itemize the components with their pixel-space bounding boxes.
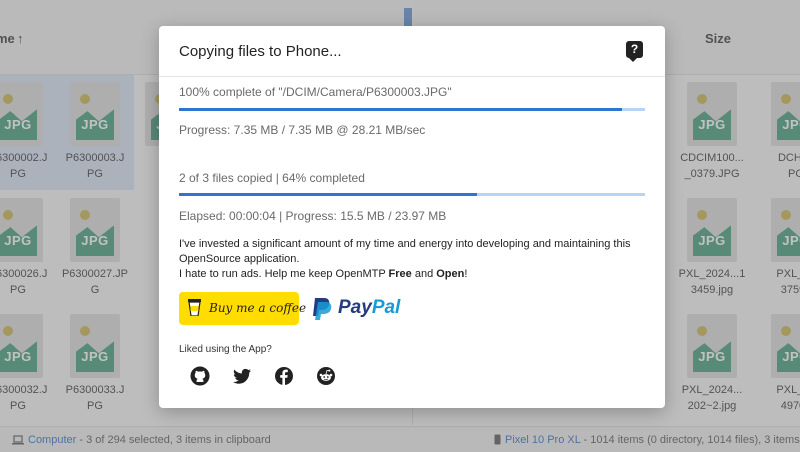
current-file-progress-bar (179, 108, 645, 111)
github-icon[interactable] (190, 366, 210, 386)
liked-prompt: Liked using the App? (179, 344, 272, 355)
overall-progress-fill (179, 193, 478, 196)
reddit-icon[interactable] (316, 366, 336, 386)
overall-progress-bar (179, 193, 645, 196)
current-file-progress-fill (179, 108, 622, 111)
appeal-open: Open (436, 268, 465, 280)
appeal-and: and (411, 268, 437, 280)
paypal-pay-text: Pay (338, 297, 372, 318)
dialog-title-divider (159, 76, 665, 77)
buy-me-a-coffee-label: Buy me a coffee (209, 301, 307, 315)
appeal-line-2-text: I hate to run ads. Help me keep OpenMTP (179, 268, 389, 280)
facebook-icon[interactable] (274, 366, 294, 386)
coffee-cup-icon (188, 299, 201, 316)
current-file-status: 100% complete of "/DCIM/Camera/P6300003.… (179, 85, 452, 99)
copy-progress-dialog: Copying files to Phone... ? 100% complet… (159, 26, 665, 408)
appeal-end: ! (464, 268, 468, 280)
overall-status: 2 of 3 files copied | 64% completed (179, 171, 365, 185)
appeal-free: Free (388, 268, 412, 280)
twitter-icon[interactable] (232, 366, 252, 386)
donation-appeal: I've invested a significant amount of my… (179, 237, 649, 282)
overall-elapsed: Elapsed: 00:00:04 | Progress: 15.5 MB / … (179, 209, 447, 223)
current-file-speed: Progress: 7.35 MB / 7.35 MB @ 28.21 MB/s… (179, 123, 426, 137)
appeal-line-2: I hate to run ads. Help me keep OpenMTP … (179, 267, 649, 282)
paypal-pal-text: Pal (371, 297, 401, 318)
appeal-line-1: I've invested a significant amount of my… (179, 238, 631, 265)
paypal-logo-icon (313, 298, 332, 320)
buy-me-a-coffee-button[interactable]: Buy me a coffee (179, 292, 306, 325)
paypal-wordmark: PayPal (338, 297, 400, 319)
dialog-title: Copying files to Phone... (179, 43, 342, 60)
help-icon[interactable]: ? (626, 41, 643, 62)
